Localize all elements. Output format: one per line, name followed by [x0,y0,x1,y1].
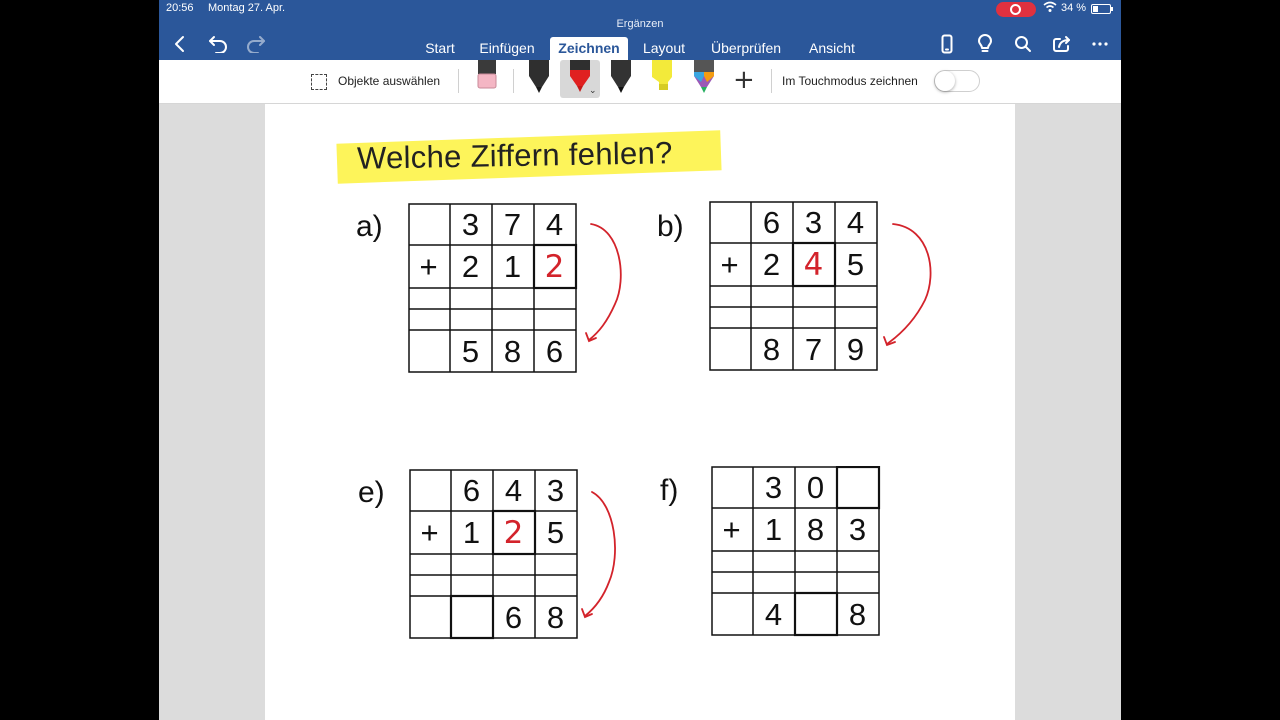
screen-recording-icon[interactable] [996,2,1036,17]
ipad-screen: 20:56 Montag 27. Apr. 34 % Ergänzen Star… [159,0,1121,720]
tab-ansicht[interactable]: Ansicht [802,37,862,60]
more-icon[interactable] [1087,32,1113,56]
add-pen-button[interactable]: + [733,67,755,93]
tab-start[interactable]: Start [417,37,463,60]
tab-einfuegen[interactable]: Einfügen [474,37,540,60]
status-time: 20:56 [166,2,194,14]
eraser-icon[interactable] [470,60,502,98]
touch-mode-label: Im Touchmodus zeichnen [782,74,918,88]
pencil-black-icon[interactable] [605,60,637,98]
ribbon-header: 20:56 Montag 27. Apr. 34 % Ergänzen Star… [159,0,1121,60]
document-title: Ergänzen [616,18,664,30]
select-objects-label[interactable]: Objekte auswählen [338,74,440,88]
back-icon[interactable] [167,32,193,56]
annotation-arrows [581,223,932,619]
toolbar-divider [771,69,772,93]
touch-mode-toggle[interactable] [934,70,980,92]
phone-view-icon[interactable] [934,32,960,56]
lightbulb-icon[interactable] [972,32,998,56]
pen-black-icon[interactable] [523,60,555,98]
redo-icon[interactable] [243,32,269,56]
wifi-icon [1043,1,1057,16]
task-e-carry-arrow [584,491,616,617]
document-page[interactable]: Welche Ziffern fehlen? a) 3 7 4 + 2 1 2 … [265,104,1015,720]
task-a-carry-arrow [588,223,622,341]
toolbar-divider [458,69,459,93]
draw-toolbar: Objekte auswählen ⌄ + Im Touchmodus zeic… [159,60,1121,104]
tab-zeichnen[interactable]: Zeichnen [550,37,628,60]
battery-percent: 34 % [1061,2,1087,14]
undo-icon[interactable] [205,32,231,56]
tab-layout[interactable]: Layout [638,37,690,60]
share-icon[interactable] [1049,32,1075,56]
tab-ueberpruefen[interactable]: Überprüfen [705,37,787,60]
task-b-carry-arrow [886,223,932,345]
battery-icon [1091,4,1113,14]
status-date: Montag 27. Apr. [208,2,286,14]
select-objects-icon[interactable] [311,74,327,90]
highlighter-yellow-icon[interactable] [646,60,678,98]
toolbar-divider [513,69,514,93]
search-icon[interactable] [1010,32,1036,56]
pen-rainbow-icon[interactable] [688,60,720,98]
chevron-down-icon[interactable]: ⌄ [589,86,597,96]
